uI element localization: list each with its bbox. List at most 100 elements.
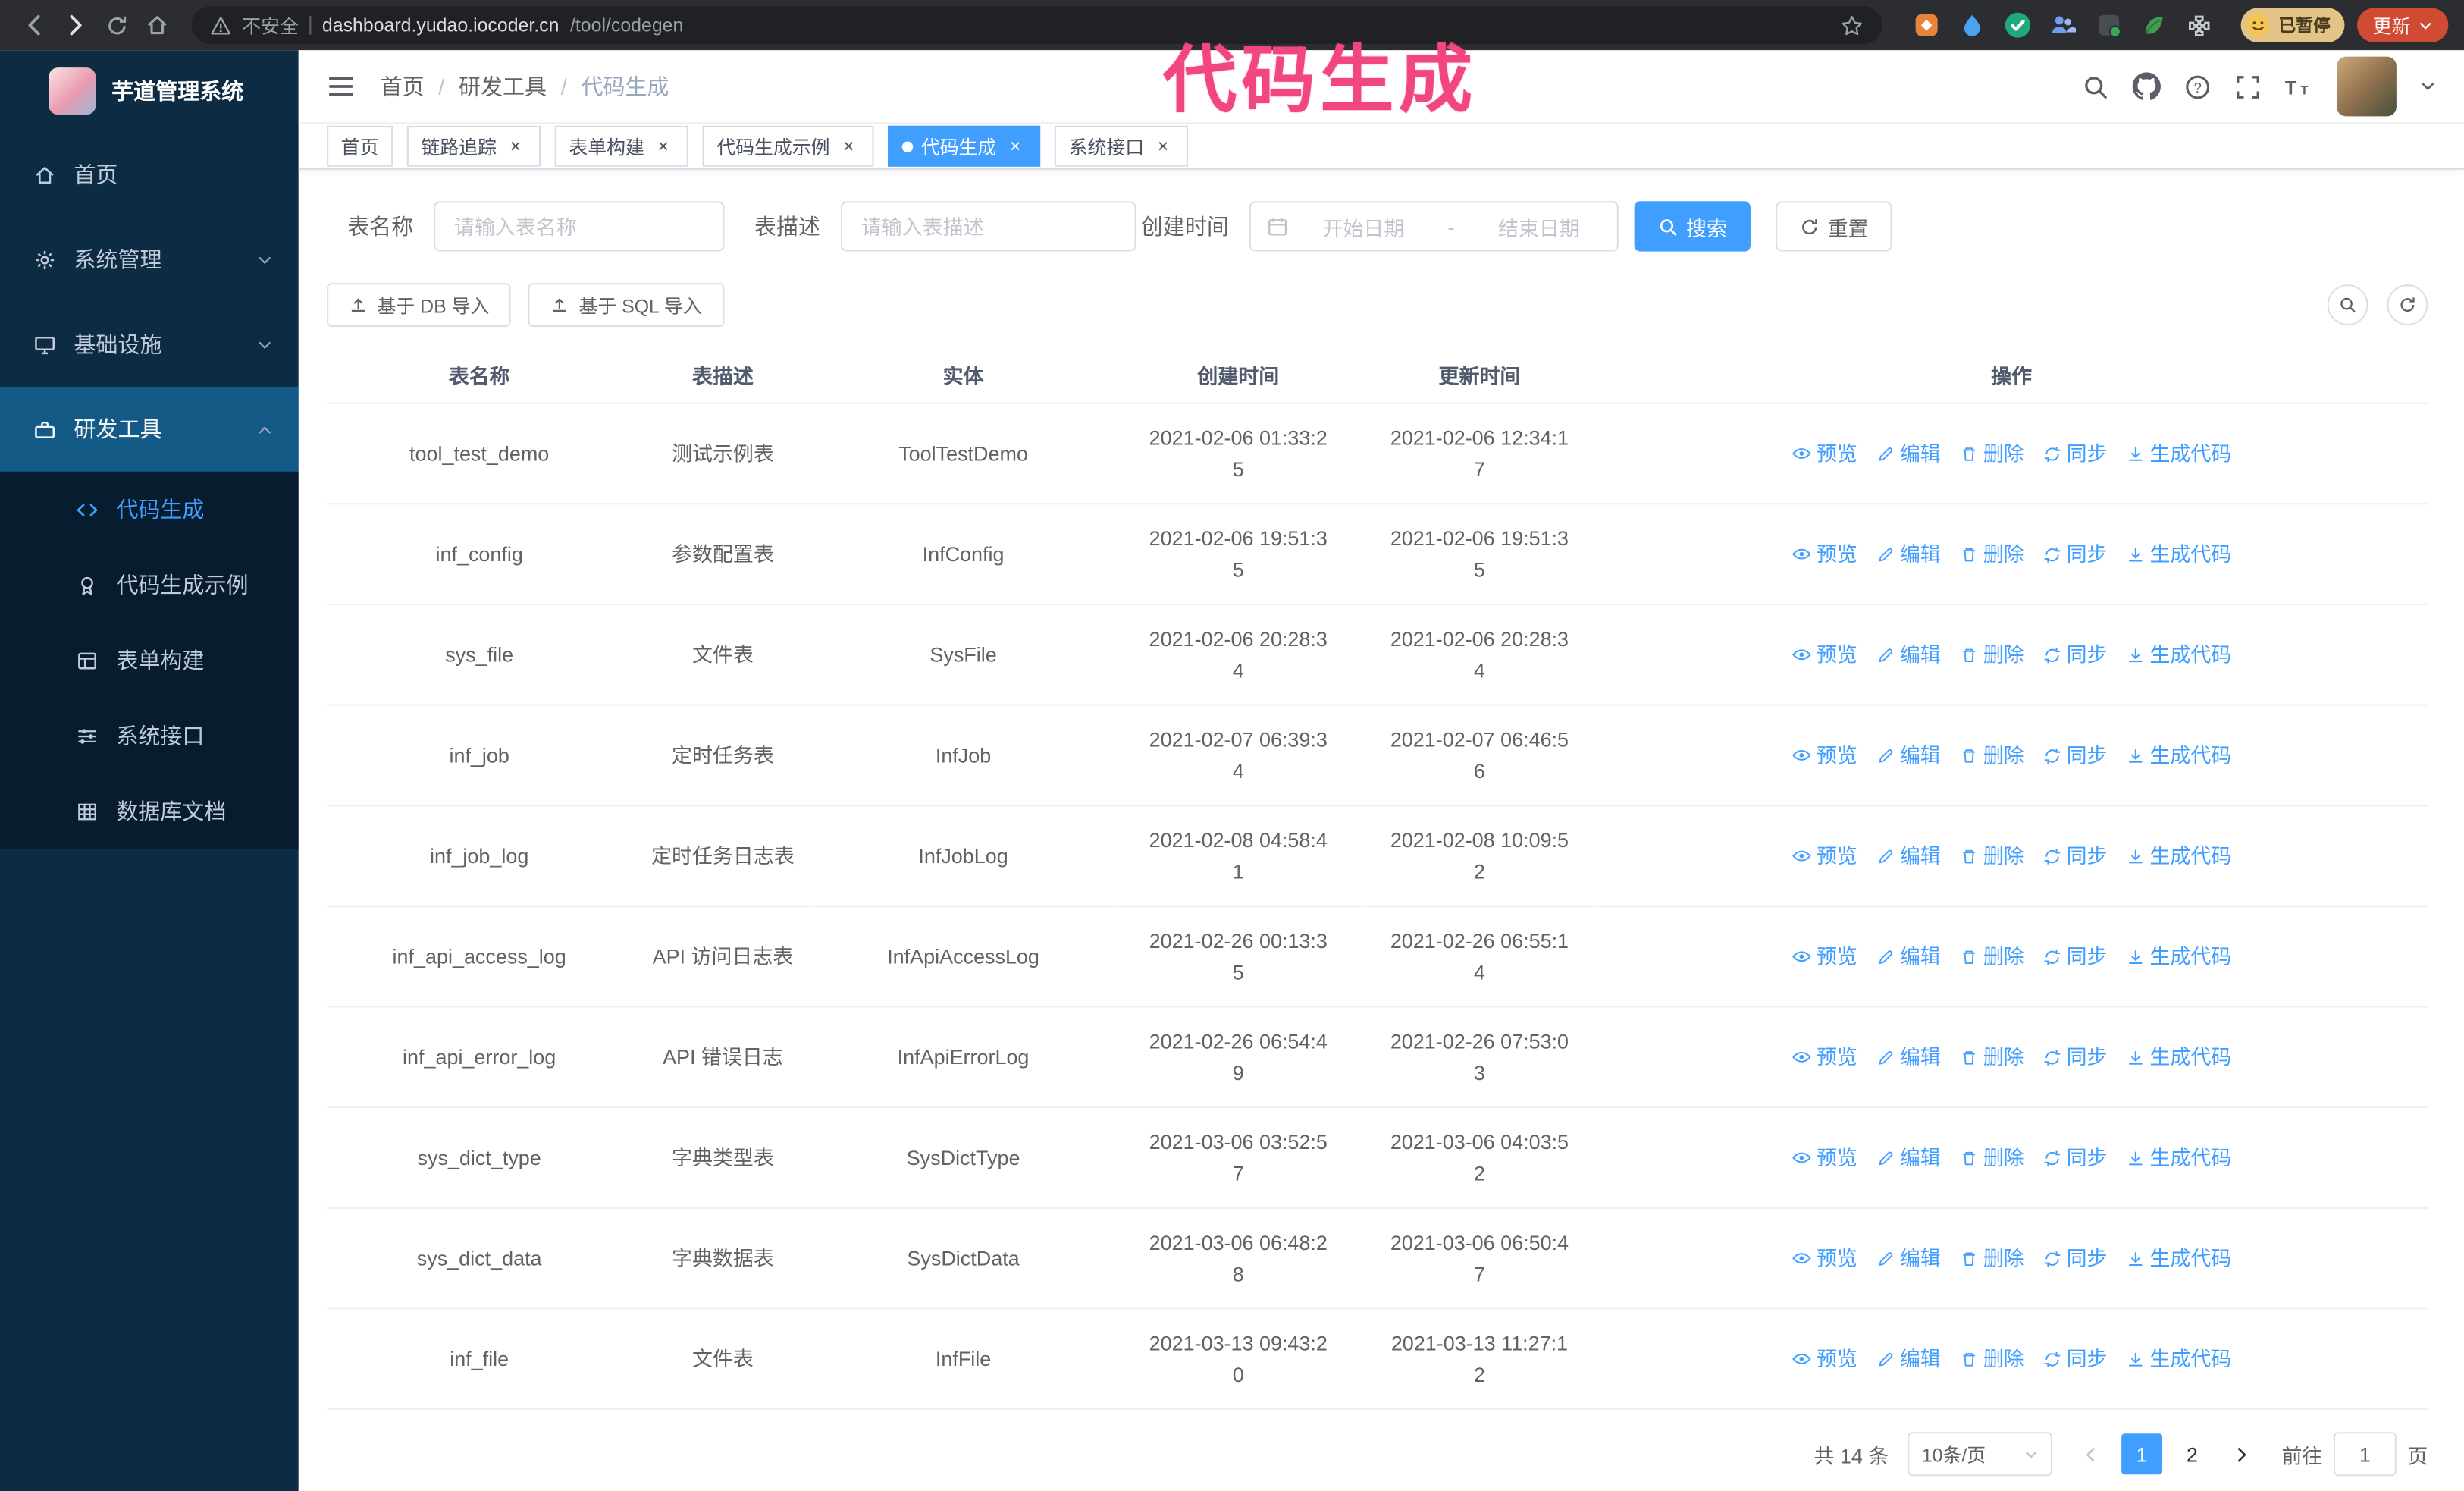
breadcrumb-dev-tools[interactable]: 研发工具 <box>459 71 547 102</box>
extension-leaf-icon[interactable] <box>2139 9 2170 40</box>
preview-action[interactable]: 预览 <box>1792 639 1857 670</box>
close-icon[interactable]: × <box>1005 136 1027 158</box>
delete-action[interactable]: 删除 <box>1960 1243 2024 1273</box>
extension-drop-icon[interactable] <box>1956 9 1987 40</box>
preview-action[interactable]: 预览 <box>1792 840 1857 871</box>
edit-action[interactable]: 编辑 <box>1876 1042 1941 1072</box>
table-name-input[interactable] <box>434 202 725 253</box>
github-icon[interactable] <box>2132 72 2161 100</box>
preview-action[interactable]: 预览 <box>1792 1142 1857 1172</box>
generate-code-action[interactable]: 生成代码 <box>2126 740 2231 771</box>
page-button-1[interactable]: 1 <box>2121 1433 2162 1475</box>
sidebar-item-form-builder[interactable]: 表单构建 <box>0 623 299 698</box>
profile-paused-badge[interactable]: 已暂停 <box>2240 8 2345 42</box>
sync-action[interactable]: 同步 <box>2043 941 2108 972</box>
preview-action[interactable]: 预览 <box>1792 1243 1857 1273</box>
fullscreen-icon[interactable] <box>2234 73 2261 99</box>
table-desc-input[interactable] <box>840 202 1136 253</box>
goto-page-input[interactable] <box>2333 1432 2397 1477</box>
delete-action[interactable]: 删除 <box>1960 639 2024 670</box>
preview-action[interactable]: 预览 <box>1792 1042 1857 1072</box>
sync-action[interactable]: 同步 <box>2043 438 2108 469</box>
search-button[interactable]: 搜索 <box>1634 202 1751 253</box>
generate-code-action[interactable]: 生成代码 <box>2126 538 2231 569</box>
avatar-caret-icon[interactable] <box>2420 79 2436 95</box>
preview-action[interactable]: 预览 <box>1792 538 1857 569</box>
edit-action[interactable]: 编辑 <box>1876 941 1941 972</box>
generate-code-action[interactable]: 生成代码 <box>2126 438 2231 469</box>
prev-page-button[interactable] <box>2071 1433 2112 1474</box>
sync-action[interactable]: 同步 <box>2043 538 2108 569</box>
sidebar-item-system-api[interactable]: 系统接口 <box>0 698 299 773</box>
close-icon[interactable]: × <box>504 136 526 158</box>
edit-action[interactable]: 编辑 <box>1876 438 1941 469</box>
search-icon[interactable] <box>2082 73 2108 99</box>
app-logo[interactable]: 芋道管理系统 <box>0 50 299 132</box>
sidebar-item-dev-tools[interactable]: 研发工具 <box>0 386 299 472</box>
hamburger-icon[interactable] <box>327 72 355 100</box>
tab-home[interactable]: 首页 <box>327 126 393 168</box>
delete-action[interactable]: 删除 <box>1960 740 2024 771</box>
bookmark-star-icon[interactable] <box>1840 14 1864 37</box>
preview-action[interactable]: 预览 <box>1792 740 1857 771</box>
sidebar-item-codegen-example[interactable]: 代码生成示例 <box>0 547 299 622</box>
edit-action[interactable]: 编辑 <box>1876 538 1941 569</box>
generate-code-action[interactable]: 生成代码 <box>2126 639 2231 670</box>
sidebar-item-db-doc[interactable]: 数据库文档 <box>0 774 299 849</box>
sync-action[interactable]: 同步 <box>2043 1344 2108 1374</box>
preview-action[interactable]: 预览 <box>1792 941 1857 972</box>
next-page-button[interactable] <box>2222 1433 2263 1474</box>
edit-action[interactable]: 编辑 <box>1876 740 1941 771</box>
delete-action[interactable]: 删除 <box>1960 438 2024 469</box>
forward-icon[interactable] <box>57 6 95 44</box>
update-button[interactable]: 更新 <box>2357 8 2449 42</box>
home-icon[interactable] <box>138 6 176 44</box>
edit-action[interactable]: 编辑 <box>1876 639 1941 670</box>
sidebar-item-infra[interactable]: 基础设施 <box>0 302 299 387</box>
reload-icon[interactable] <box>98 6 136 44</box>
close-icon[interactable]: × <box>1152 136 1174 158</box>
delete-action[interactable]: 删除 <box>1960 538 2024 569</box>
generate-code-action[interactable]: 生成代码 <box>2126 1042 2231 1072</box>
page-size-select[interactable]: 10条/页 <box>1908 1432 2052 1477</box>
generate-code-action[interactable]: 生成代码 <box>2126 1243 2231 1273</box>
font-size-icon[interactable]: TT <box>2285 73 2313 99</box>
sync-action[interactable]: 同步 <box>2043 840 2108 871</box>
generate-code-action[interactable]: 生成代码 <box>2126 840 2231 871</box>
sidebar-item-system[interactable]: 系统管理 <box>0 217 299 302</box>
edit-action[interactable]: 编辑 <box>1876 1142 1941 1172</box>
close-icon[interactable]: × <box>838 136 860 158</box>
reset-button[interactable]: 重置 <box>1776 202 1892 253</box>
delete-action[interactable]: 删除 <box>1960 1344 2024 1374</box>
extension-people-icon[interactable] <box>2048 9 2079 40</box>
import-db-button[interactable]: 基于 DB 导入 <box>327 283 512 328</box>
edit-action[interactable]: 编辑 <box>1876 840 1941 871</box>
extension-orange-icon[interactable] <box>1911 9 1942 40</box>
sync-action[interactable]: 同步 <box>2043 1042 2108 1072</box>
delete-action[interactable]: 删除 <box>1960 1042 2024 1072</box>
extension-check-icon[interactable] <box>2002 9 2033 40</box>
edit-action[interactable]: 编辑 <box>1876 1344 1941 1374</box>
help-icon[interactable]: ? <box>2184 73 2211 99</box>
close-icon[interactable]: × <box>652 136 674 158</box>
sync-action[interactable]: 同步 <box>2043 1243 2108 1273</box>
import-sql-button[interactable]: 基于 SQL 导入 <box>528 283 724 328</box>
tab-codegen-example[interactable]: 代码生成示例 × <box>702 126 874 168</box>
sidebar-item-codegen[interactable]: 代码生成 <box>0 472 299 547</box>
generate-code-action[interactable]: 生成代码 <box>2126 941 2231 972</box>
generate-code-action[interactable]: 生成代码 <box>2126 1344 2231 1374</box>
back-icon[interactable] <box>16 6 54 44</box>
tab-system-api[interactable]: 系统接口 × <box>1054 126 1189 168</box>
preview-action[interactable]: 预览 <box>1792 438 1857 469</box>
generate-code-action[interactable]: 生成代码 <box>2126 1142 2231 1172</box>
sidebar-item-home[interactable]: 首页 <box>0 132 299 217</box>
delete-action[interactable]: 删除 <box>1960 941 2024 972</box>
address-bar[interactable]: 不安全 dashboard.yudao.iocoder.cn/tool/code… <box>191 6 1883 45</box>
page-button-2[interactable]: 2 <box>2171 1433 2212 1474</box>
delete-action[interactable]: 删除 <box>1960 1142 2024 1172</box>
user-avatar[interactable] <box>2337 56 2397 117</box>
breadcrumb-home[interactable]: 首页 <box>381 71 425 102</box>
date-range-picker[interactable]: 开始日期 - 结束日期 <box>1249 202 1619 253</box>
refresh-table-button[interactable] <box>2387 285 2428 326</box>
extensions-puzzle-icon[interactable] <box>2184 9 2215 40</box>
